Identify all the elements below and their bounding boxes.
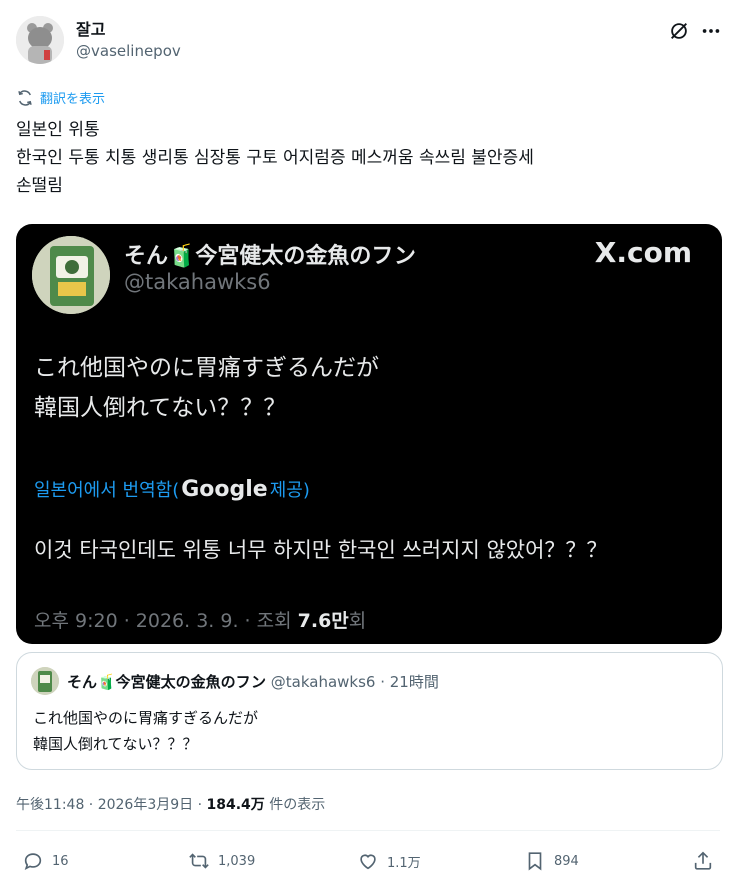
- divider: [16, 830, 720, 831]
- screenshot-meta: 오후 9:20 · 2026. 3. 9. · 조회 7.6만회: [34, 606, 366, 633]
- tweet-meta: 午後11:48 · 2026年3月9日 · 184.4万 件の表示: [16, 794, 325, 814]
- quoted-line: これ他国やのに胃痛すぎるんだが: [33, 709, 259, 727]
- author-name[interactable]: 잘고: [76, 16, 105, 40]
- bookmark-icon: [528, 852, 542, 871]
- quoted-author-name: そん🧃今宮健太の金魚のフン: [67, 673, 266, 691]
- screenshot-author-handle: @takahawks6: [124, 270, 271, 294]
- screenshot-line: 韓国人倒れてない？？？: [34, 395, 287, 421]
- screenshot-translation-credit: 일본어에서 번역함( Google 제공): [34, 476, 310, 502]
- views-suffix: 件の表示: [264, 797, 326, 813]
- screenshot-author-name: そん🧃今宮健太の金魚のフン: [124, 244, 416, 269]
- tweet-text: 일본인 위통 한국인 두통 치통 생리통 심장통 구토 어지럼증 메스꺼움 속쓰…: [16, 116, 720, 200]
- quoted-tweet[interactable]: そん🧃今宮健太の金魚のフン @takahawks6 · 21時間 これ他国やのに…: [16, 652, 723, 770]
- quoted-handle-time: @takahawks6 · 21時間: [265, 673, 439, 691]
- quoted-avatar: [31, 667, 59, 695]
- screenshot-text: これ他国やのに胃痛すぎるんだが 韓国人倒れてない？？？: [34, 348, 379, 428]
- screenshot-line: これ他国やのに胃痛すぎるんだが: [34, 355, 379, 381]
- translate-icon: [18, 89, 32, 106]
- share-icon: [694, 851, 712, 870]
- tweet-line: 손떨림: [16, 176, 63, 196]
- screenshot-translation: 이것 타국인데도 위통 너무 하지만 한국인 쓰러지지 않았어？？？: [34, 538, 608, 562]
- heart-icon: [360, 854, 376, 870]
- x-brand-logo: X.com: [594, 236, 692, 269]
- screenshot-views: 7.6만: [297, 610, 349, 632]
- screenshot-meta-prefix: 오후 9:20 · 2026. 3. 9. · 조회: [34, 610, 298, 632]
- google-logo: Google: [181, 477, 268, 502]
- avatar[interactable]: [16, 16, 64, 64]
- attached-image[interactable]: そん🧃今宮健太の金魚のフン @takahawks6 X.com これ他国やのに胃…: [16, 224, 722, 644]
- like-count: 1.1万: [387, 855, 421, 871]
- reply-icon: [24, 853, 42, 870]
- repost-count: 1,039: [218, 853, 256, 869]
- quoted-line: 韓国人倒れてない？？？: [33, 735, 198, 753]
- quoted-header: そん🧃今宮健太の金魚のフン @takahawks6 · 21時間: [67, 671, 439, 692]
- tweet-line: 일본인 위통: [16, 120, 100, 140]
- screenshot-avatar: [32, 236, 110, 314]
- author-handle[interactable]: @vaselinepov: [76, 42, 181, 60]
- repost-icon: [189, 853, 209, 869]
- bookmark-count: 894: [554, 853, 579, 869]
- action-bar: 16 1,039 1.1万 894: [16, 850, 722, 886]
- tweet-views: 184.4万: [206, 797, 265, 813]
- quoted-text: これ他国やのに胃痛すぎるんだが 韓国人倒れてない？？？: [33, 705, 258, 757]
- reply-button[interactable]: 16: [22, 850, 69, 872]
- screenshot-meta-suffix: 회: [348, 610, 367, 632]
- bookmark-button[interactable]: 894: [524, 850, 579, 872]
- reply-count: 16: [52, 853, 69, 869]
- translation-prefix: 일본어에서 번역함(: [34, 480, 180, 501]
- grok-icon[interactable]: [666, 18, 692, 44]
- more-icon[interactable]: [698, 18, 724, 44]
- like-button[interactable]: 1.1万: [357, 850, 421, 872]
- tweet-header: 잘고 @vaselinepov: [16, 12, 720, 68]
- share-button[interactable]: [692, 850, 714, 872]
- translate-link[interactable]: 翻訳を表示: [16, 88, 105, 107]
- tweet-line: 한국인 두통 치통 생리통 심장통 구토 어지럼증 메스꺼움 속쓰림 불안증세: [16, 148, 534, 168]
- repost-button[interactable]: 1,039: [188, 850, 255, 872]
- translation-suffix: 제공): [269, 480, 310, 501]
- translate-label[interactable]: 翻訳を表示: [40, 88, 105, 107]
- tweet-timestamp[interactable]: 午後11:48 · 2026年3月9日 ·: [16, 797, 207, 813]
